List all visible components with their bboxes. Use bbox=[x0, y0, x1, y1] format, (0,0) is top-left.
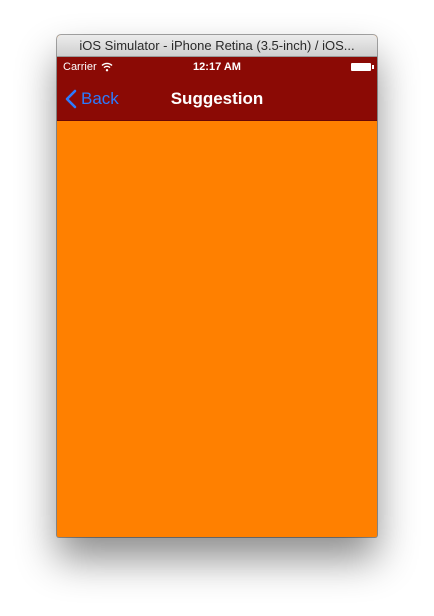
status-bar: Carrier 12:17 AM bbox=[57, 57, 377, 77]
content-area bbox=[57, 121, 377, 537]
simulator-window: iOS Simulator - iPhone Retina (3.5-inch)… bbox=[57, 35, 377, 537]
page-title: Suggestion bbox=[170, 89, 264, 108]
navigation-bar: Back Suggestion bbox=[57, 77, 377, 121]
battery-icon bbox=[351, 63, 374, 71]
window-titlebar[interactable]: iOS Simulator - iPhone Retina (3.5-inch)… bbox=[57, 35, 377, 57]
status-time: 12:17 AM bbox=[193, 61, 241, 73]
window-title: iOS Simulator - iPhone Retina (3.5-inch)… bbox=[79, 38, 355, 53]
